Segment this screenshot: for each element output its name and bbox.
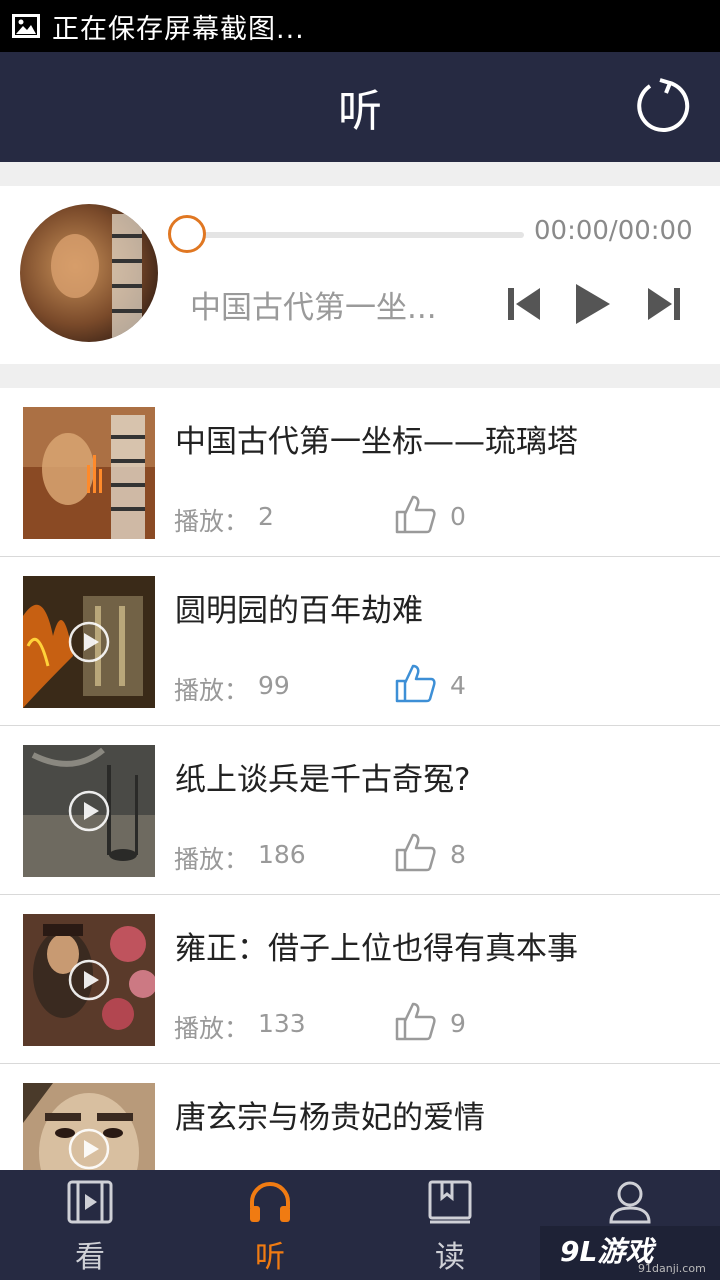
item-title: 纸上谈兵是千古奇冤? [175, 762, 471, 798]
play-circle-icon[interactable] [68, 621, 110, 663]
headphones-icon [250, 1182, 290, 1222]
album-cover[interactable] [20, 204, 158, 342]
like-count: 9 [450, 1009, 466, 1038]
item-title: 中国古代第一坐标——琉璃塔 [175, 424, 578, 460]
play-count: 186 [258, 840, 306, 869]
list-item[interactable]: 中国古代第一坐标——琉璃塔 播放： 2 0 [0, 388, 720, 557]
now-playing-title: 中国古代第一坐... [190, 290, 437, 326]
play-circle-icon[interactable] [68, 959, 110, 1001]
watermark-url: 91danji.com [638, 1262, 706, 1275]
tab-label: 听 [255, 1240, 285, 1275]
progress-knob[interactable] [168, 215, 206, 253]
tab-label: 看 [75, 1240, 105, 1275]
thumbs-up-icon[interactable] [394, 830, 438, 874]
film-icon [67, 1180, 113, 1224]
play-count: 99 [258, 671, 290, 700]
play-label: 播放： [174, 845, 250, 874]
book-icon [428, 1180, 472, 1224]
tab-label: 读 [435, 1240, 465, 1275]
item-title: 唐玄宗与杨贵妃的爱情 [175, 1100, 485, 1136]
list-item[interactable]: 雍正：借子上位也得有真本事 播放： 133 9 [0, 895, 720, 1064]
thumbnail [23, 407, 155, 539]
previous-icon[interactable] [506, 282, 542, 326]
play-label: 播放： [174, 676, 250, 705]
thumbs-up-icon[interactable] [394, 492, 438, 536]
like-count: 0 [450, 502, 466, 531]
tab-read[interactable]: 读 [360, 1170, 540, 1280]
list-item[interactable]: 唐玄宗与杨贵妃的爱情 [0, 1064, 720, 1170]
play-count: 133 [258, 1009, 306, 1038]
play-label: 播放： [174, 1014, 250, 1043]
next-icon[interactable] [646, 282, 682, 326]
like-count: 4 [450, 671, 466, 700]
watermark: 9L游戏 91danji.com [540, 1226, 720, 1280]
refresh-icon[interactable] [634, 77, 692, 135]
thumbnail [23, 914, 155, 1046]
audio-list: 中国古代第一坐标——琉璃塔 播放： 2 0 圆明园的百年劫难 播放： 99 4 … [0, 388, 720, 1170]
status-bar: 正在保存屏幕截图... [0, 0, 720, 52]
tab-watch[interactable]: 看 [0, 1170, 180, 1280]
user-icon [609, 1181, 651, 1224]
thumbs-up-icon[interactable] [394, 661, 438, 705]
play-label: 播放： [174, 507, 250, 536]
header: 听 [0, 52, 720, 162]
thumbnail [23, 745, 155, 877]
thumbnail [23, 1083, 155, 1170]
thumbs-up-icon[interactable] [394, 999, 438, 1043]
list-item[interactable]: 圆明园的百年劫难 播放： 99 4 [0, 557, 720, 726]
play-icon[interactable] [574, 282, 612, 326]
item-title: 雍正：借子上位也得有真本事 [175, 931, 578, 967]
progress-track[interactable] [186, 232, 524, 238]
play-circle-icon[interactable] [68, 790, 110, 832]
thumbnail [23, 576, 155, 708]
play-circle-icon[interactable] [68, 1128, 110, 1170]
status-text: 正在保存屏幕截图... [52, 13, 305, 45]
like-count: 8 [450, 840, 466, 869]
tab-listen[interactable]: 听 [180, 1170, 360, 1280]
image-icon [12, 14, 40, 38]
play-count: 2 [258, 502, 274, 531]
page-title: 听 [338, 86, 382, 137]
time-display: 00:00/00:00 [534, 216, 693, 246]
item-title: 圆明园的百年劫难 [175, 593, 423, 629]
mini-player: 00:00/00:00 中国古代第一坐... [0, 186, 720, 364]
list-item[interactable]: 纸上谈兵是千古奇冤? 播放： 186 8 [0, 726, 720, 895]
